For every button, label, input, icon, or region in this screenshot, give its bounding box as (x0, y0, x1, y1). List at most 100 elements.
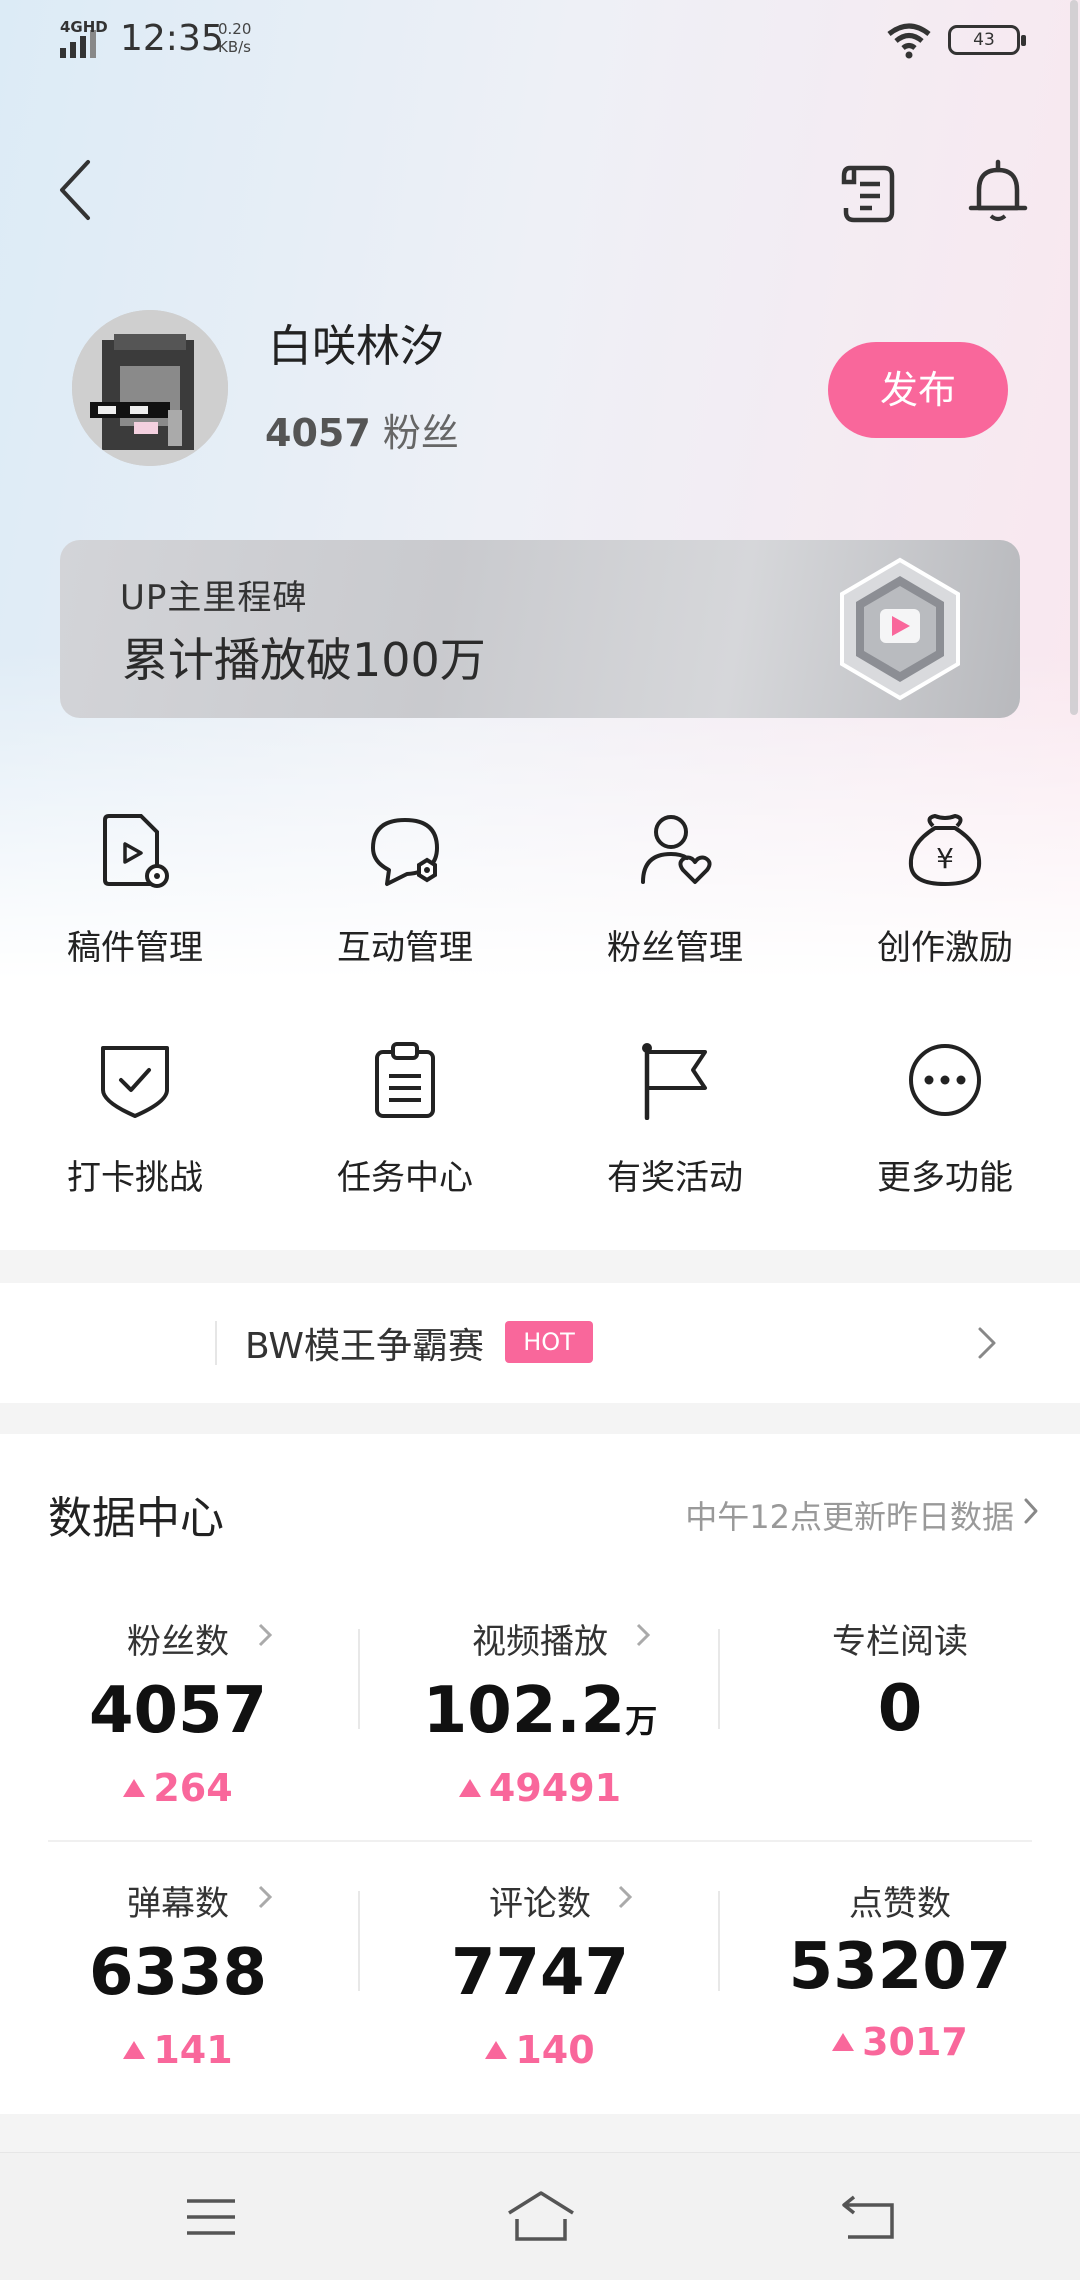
feature-label: 打卡挑战 (67, 1158, 203, 1198)
net-speed-unit: KB/s (218, 38, 251, 56)
avatar-image (72, 310, 228, 466)
stat-value: 6338 (28, 1936, 328, 2010)
clipboard-icon (375, 1042, 435, 1118)
stat-video-plays[interactable]: 视频播放 102.2万 49491 (390, 1614, 690, 1844)
fans-label: 粉丝 (382, 411, 459, 455)
feature-checkin-challenge[interactable]: 打卡挑战 (0, 1020, 270, 1220)
wifi-icon (887, 23, 931, 59)
stat-delta-value: 140 (515, 2028, 595, 2072)
banner-divider (215, 1321, 217, 1365)
stat-number: 4057 (88, 1674, 268, 1748)
stat-delta-value: 264 (153, 1766, 233, 1810)
file-play-icon (103, 814, 169, 888)
stat-delta-value: 49491 (488, 1766, 622, 1810)
stat-label: 评论数 (489, 1884, 591, 1924)
feature-interaction-management[interactable]: 互动管理 (270, 790, 540, 990)
more-dots-icon (909, 1044, 981, 1116)
stat-delta-value: 141 (153, 2028, 233, 2072)
money-bag-icon: ¥ (908, 814, 982, 886)
chevron-right-icon (258, 1885, 273, 1909)
stat-label: 专栏阅读 (832, 1622, 968, 1662)
stat-divider (358, 1891, 360, 1991)
publish-button[interactable]: 发布 (828, 342, 1008, 438)
stat-delta: 141 (28, 2028, 328, 2072)
feature-label: 创作激励 (877, 928, 1013, 968)
milestone-card[interactable]: UP主里程碑 累计播放破100万 (60, 540, 1020, 718)
network-type: 4GHD (60, 18, 108, 36)
fans-summary: 4057 粉丝 (265, 402, 459, 457)
feature-label: 任务中心 (337, 1158, 473, 1198)
feature-label: 稿件管理 (67, 928, 203, 968)
stat-number: 7747 (450, 1936, 630, 2010)
chat-bubble-icon (371, 818, 439, 886)
stat-delta: 264 (28, 1766, 328, 1810)
stat-delta-value: 3017 (862, 2020, 968, 2064)
feature-label: 更多功能 (877, 1158, 1013, 1198)
stat-value: 53207 (750, 1930, 1050, 2004)
system-nav-bar (0, 2152, 1080, 2280)
stat-divider (718, 1629, 720, 1729)
up-triangle-icon (458, 1779, 481, 1797)
banner-text: BW模王争霸赛 (245, 1326, 485, 1367)
stat-number: 102.2 (422, 1674, 626, 1748)
stat-delta: 49491 (390, 1766, 690, 1810)
stat-unit: 万 (625, 1702, 658, 1740)
feature-creator-incentive[interactable]: ¥ 创作激励 (810, 790, 1080, 990)
clock: 12:35 (120, 18, 224, 59)
net-speed: 0.20 KB/s (218, 20, 268, 56)
back-icon[interactable] (840, 2193, 896, 2241)
chevron-right-icon (978, 1327, 996, 1359)
stat-value: 7747 (390, 1936, 690, 2010)
fans-count: 4057 (265, 411, 371, 455)
user-heart-icon (641, 815, 712, 884)
home-icon[interactable] (505, 2189, 577, 2243)
data-update-note[interactable]: 中午12点更新昨日数据 (685, 1492, 1014, 1538)
stat-likes[interactable]: 点赞数 53207 3017 (750, 1876, 1050, 2106)
feature-fans-management[interactable]: 粉丝管理 (540, 790, 810, 990)
chevron-right-icon (636, 1623, 651, 1647)
chevron-right-icon[interactable] (1020, 1494, 1042, 1528)
stat-label: 点赞数 (849, 1884, 951, 1924)
stat-number: 6338 (88, 1936, 268, 2010)
event-banner[interactable]: BW模王争霸赛 HOT (0, 1283, 1080, 1403)
feature-label: 互动管理 (337, 928, 473, 968)
milestone-text: 累计播放破100万 (122, 633, 486, 687)
stat-value: 4057 (28, 1674, 328, 1748)
up-triangle-icon (485, 2041, 508, 2059)
feature-manuscript-management[interactable]: 稿件管理 (0, 790, 270, 990)
stat-value: 102.2万 (390, 1674, 690, 1748)
stat-divider (358, 1629, 360, 1729)
status-bar: 4GHD 12:35 0.20 KB/s 43 (0, 0, 1080, 80)
flag-icon (642, 1043, 707, 1120)
feature-reward-events[interactable]: 有奖活动 (540, 1020, 810, 1220)
feature-label: 粉丝管理 (607, 928, 743, 968)
stat-danmaku[interactable]: 弹幕数 6338 141 (28, 1876, 328, 2106)
stat-delta: 140 (390, 2028, 690, 2072)
stat-comments[interactable]: 评论数 7747 140 (390, 1876, 690, 2106)
stat-value: 0 (750, 1672, 1050, 1746)
svg-text:¥: ¥ (936, 842, 954, 875)
hot-badge: HOT (505, 1321, 593, 1363)
feature-task-center[interactable]: 任务中心 (270, 1020, 540, 1220)
stat-label: 粉丝数 (127, 1622, 229, 1662)
back-chevron-icon[interactable] (48, 150, 108, 230)
chevron-right-icon (258, 1623, 273, 1647)
up-triangle-icon (832, 2033, 855, 2051)
stat-fans[interactable]: 粉丝数 4057 264 (28, 1614, 328, 1844)
data-center-section: 数据中心 中午12点更新昨日数据 粉丝数 4057 264 视频播放 102.2… (0, 1434, 1080, 2114)
receipt-icon[interactable] (840, 160, 900, 226)
stat-column-reads[interactable]: 专栏阅读 0 (750, 1614, 1050, 1844)
bell-icon[interactable] (965, 158, 1031, 226)
feature-more-functions[interactable]: 更多功能 (810, 1020, 1080, 1220)
up-triangle-icon (123, 1779, 146, 1797)
chevron-right-icon (618, 1885, 633, 1909)
scrollbar[interactable] (1070, 0, 1078, 715)
row-divider (48, 1840, 1032, 1842)
play-badge-icon (840, 557, 960, 701)
avatar[interactable] (72, 310, 228, 466)
feature-label: 有奖活动 (607, 1158, 743, 1198)
stat-delta: 3017 (750, 2020, 1050, 2064)
stat-label: 弹幕数 (127, 1884, 229, 1924)
up-triangle-icon (123, 2041, 146, 2059)
menu-icon[interactable] (185, 2195, 237, 2239)
